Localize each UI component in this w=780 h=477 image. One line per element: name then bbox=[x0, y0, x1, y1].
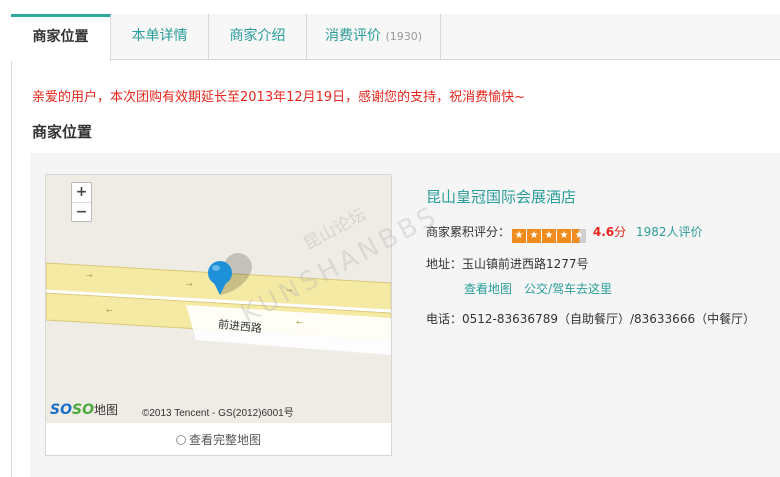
zoom-out-button[interactable]: − bbox=[72, 202, 91, 221]
map-roads: → → → ← ← bbox=[46, 175, 391, 423]
logo-part-green: SO bbox=[71, 402, 94, 418]
star-icon: ★ bbox=[512, 229, 527, 243]
tab-shop-location[interactable]: 商家位置 bbox=[11, 14, 111, 61]
view-full-map-link[interactable]: 查看完整地图 bbox=[46, 425, 391, 455]
star-icon: ★ bbox=[542, 229, 557, 243]
half-star-icon: ★ bbox=[572, 229, 587, 243]
zoom-control: + − bbox=[71, 182, 92, 222]
rating-unit: 分 bbox=[614, 225, 627, 239]
map-canvas[interactable]: → → → ← ← + − 前进西路 SOSO地图 ©2013 Tencent … bbox=[46, 175, 391, 423]
tab-label: 商家位置 bbox=[32, 29, 89, 45]
magnifier-icon bbox=[175, 435, 186, 445]
review-count-badge: (1930) bbox=[385, 30, 423, 43]
map-links: 查看地图 公交/驾车去这里 bbox=[464, 280, 624, 297]
logo-suffix: 地图 bbox=[93, 403, 118, 417]
svg-text:←: ← bbox=[296, 318, 303, 327]
shop-name-link[interactable]: 昆山皇冠国际会展酒店 bbox=[426, 186, 576, 207]
phone-value: 0512-83636789（自助餐厅）/83633666（中餐厅） bbox=[462, 312, 756, 326]
phone-row: 电话：0512-83636789（自助餐厅）/83633666（中餐厅） bbox=[426, 307, 756, 331]
star-icon: ★ bbox=[557, 229, 572, 243]
view-map-link[interactable]: 查看地图 bbox=[464, 282, 512, 296]
tab-label: 商家介绍 bbox=[229, 28, 286, 44]
review-count-link[interactable]: 1982人评价 bbox=[636, 225, 703, 239]
svg-text:→: → bbox=[86, 271, 93, 280]
address-label: 地址： bbox=[426, 257, 463, 271]
rating-label: 商家累积评分： bbox=[426, 225, 511, 239]
tab-label: 本单详情 bbox=[131, 28, 188, 44]
zoom-in-button[interactable]: + bbox=[72, 183, 91, 202]
tab-shop-intro[interactable]: 商家介绍 bbox=[209, 14, 307, 60]
full-map-label: 查看完整地图 bbox=[188, 433, 261, 447]
phone-label: 电话： bbox=[426, 312, 463, 326]
star-rating: ★ ★ ★ ★ ★ bbox=[512, 227, 587, 243]
soso-map-logo: SOSO地图 bbox=[50, 401, 118, 418]
section-title: 商家位置 bbox=[32, 123, 93, 141]
rating-value: 4.6 bbox=[592, 225, 615, 239]
map-copyright: ©2013 Tencent - GS(2012)6001号 bbox=[142, 408, 294, 419]
address-value: 玉山镇前进西路1277号 bbox=[462, 257, 589, 271]
map-widget: → → → ← ← + − 前进西路 SOSO地图 ©2013 Tencent … bbox=[45, 174, 392, 456]
logo-part-blue: SO bbox=[50, 402, 72, 418]
tab-reviews[interactable]: 消费评价 (1930) bbox=[307, 14, 441, 60]
tab-bar: 商家位置 本单详情 商家介绍 消费评价 (1930) bbox=[11, 14, 780, 61]
svg-text:←: ← bbox=[106, 306, 113, 315]
extension-notice: 亲爱的用户，本次团购有效期延长至2013年12月19日，感谢您的支持，祝消费愉快… bbox=[32, 90, 526, 105]
rating-row: 商家累积评分： ★ ★ ★ ★ ★ 4.6分 1982人评价 bbox=[426, 223, 703, 243]
tab-label: 消费评价 bbox=[324, 28, 381, 44]
tab-deal-details[interactable]: 本单详情 bbox=[111, 14, 209, 60]
address-row: 地址：玉山镇前进西路1277号 bbox=[426, 255, 589, 272]
svg-text:→: → bbox=[186, 280, 193, 289]
directions-link[interactable]: 公交/驾车去这里 bbox=[524, 282, 612, 296]
star-icon: ★ bbox=[527, 229, 542, 243]
svg-text:→: → bbox=[286, 286, 293, 295]
